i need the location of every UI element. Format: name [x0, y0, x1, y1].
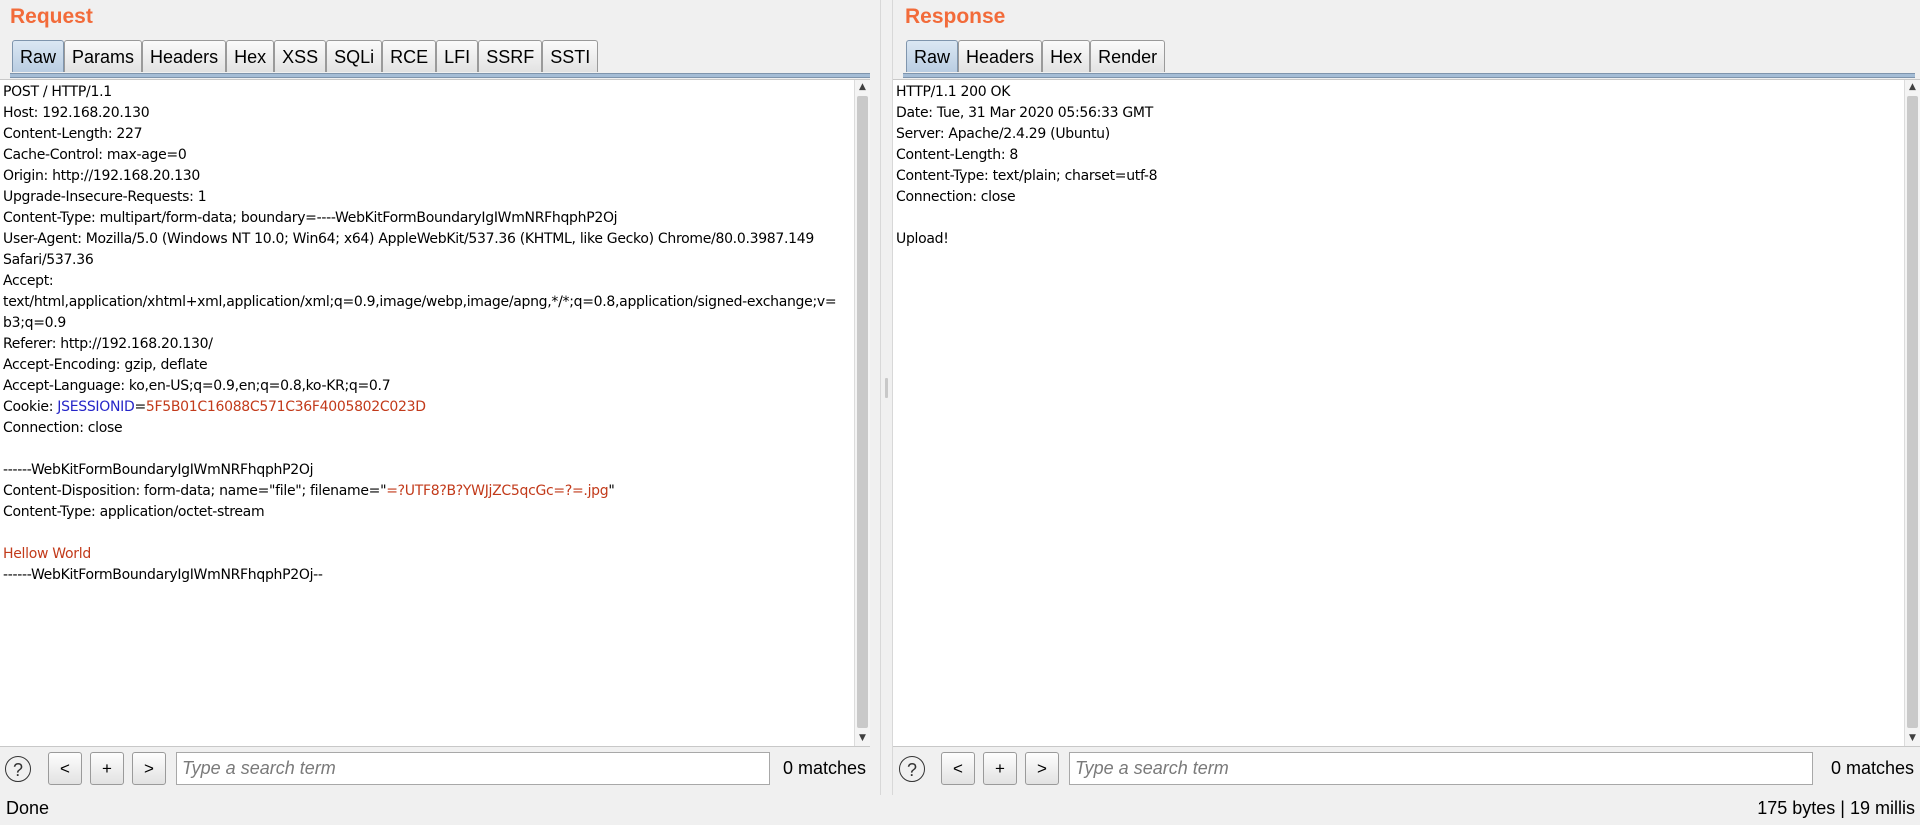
tab-hex[interactable]: Hex [1042, 40, 1091, 72]
tab-sqli[interactable]: SQLi [326, 40, 383, 72]
response-title: Response [905, 5, 1006, 28]
tab-hex[interactable]: Hex [226, 40, 275, 72]
text-segment: Content-Disposition: form-data; name="fi… [3, 483, 387, 499]
text-line: ------WebKitFormBoundaryIgIWmNRFhqphP2Oj… [3, 567, 323, 583]
highlighted-value: =?UTF8?B?YWJjZC5qcGc=?=.jpg [386, 483, 609, 499]
add-button[interactable]: + [90, 752, 124, 785]
text-line: Connection: close [3, 420, 123, 436]
tab-headers[interactable]: Headers [142, 40, 227, 72]
request-tabs: Raw Params Headers Hex XSS SQLi RCE LFI SSRF SSTI [12, 40, 599, 74]
response-stats: 175 bytes | 19 millis [1757, 798, 1915, 818]
pane-splitter[interactable] [880, 0, 893, 795]
status-bar: Done 175 bytes | 19 millis [0, 795, 1920, 825]
text-line [896, 208, 1157, 229]
text-segment: Cookie: [3, 399, 58, 415]
text-segment: " [608, 483, 615, 499]
request-raw-text[interactable]: POST / HTTP/1.1 Host: 192.168.20.130 Conte… [3, 82, 837, 586]
highlighted-value: 5F5B01C16088C571C36F4005802C023D [145, 399, 426, 415]
response-search-bar: ? < + > Type a search term 0 matches [893, 752, 1920, 790]
add-button[interactable]: + [983, 752, 1017, 785]
response-raw-text[interactable]: HTTP/1.1 200 OK Date: Tue, 31 Mar 2020 05… [896, 82, 1158, 250]
request-tab-underline [10, 73, 870, 78]
tab-raw[interactable]: Raw [12, 40, 65, 72]
text-line: Cache-Control: max-age=0 [3, 147, 187, 163]
request-editor[interactable]: POST / HTTP/1.1 Host: 192.168.20.130 Conte… [0, 79, 870, 747]
text-line: Upgrade-Insecure-Requests: 1 [3, 189, 207, 205]
text-line: Cookie: JSESSIONID=5F5B01C16088C571C36F4… [3, 397, 836, 418]
tab-raw[interactable]: Raw [906, 40, 959, 72]
tab-rce[interactable]: RCE [382, 40, 437, 72]
scroll-up-icon[interactable]: ▲ [1905, 80, 1920, 95]
response-editor[interactable]: HTTP/1.1 200 OK Date: Tue, 31 Mar 2020 05… [893, 79, 1920, 747]
tab-params[interactable]: Params [64, 40, 143, 72]
text-line: b3;q=0.9 [3, 315, 66, 331]
splitter-grip[interactable] [885, 378, 888, 398]
text-line: Content-Type: application/octet-stream [3, 504, 265, 520]
prev-match-button[interactable]: < [941, 752, 975, 785]
response-pane: Response Raw Headers Hex Render HTTP/1.1 20… [893, 0, 1920, 795]
text-line: Referer: http://192.168.20.130/ [3, 336, 213, 352]
next-match-button[interactable]: > [1025, 752, 1059, 785]
request-search-input[interactable]: Type a search term [176, 752, 770, 785]
response-search-input[interactable]: Type a search term [1069, 752, 1813, 785]
tab-headers[interactable]: Headers [958, 40, 1043, 72]
help-icon[interactable]: ? [5, 756, 31, 782]
request-match-count: 0 matches [783, 758, 867, 778]
prev-match-button[interactable]: < [48, 752, 82, 785]
text-line: Content-Disposition: form-data; name="fi… [3, 481, 836, 502]
text-line: text/html,application/xhtml+xml,applicat… [3, 294, 837, 310]
scroll-up-icon[interactable]: ▲ [855, 80, 870, 95]
text-line: Content-Length: 227 [3, 126, 143, 142]
scroll-thumb[interactable] [1907, 96, 1918, 728]
request-search-bar: ? < + > Type a search term 0 matches [0, 752, 880, 790]
tab-ssrf[interactable]: SSRF [478, 40, 543, 72]
request-title: Request [10, 5, 93, 28]
cookie-name: JSESSIONID [57, 399, 135, 415]
text-segment: = [134, 399, 146, 415]
text-line: Host: 192.168.20.130 [3, 105, 150, 121]
text-line: Content-Type: multipart/form-data; bound… [3, 210, 618, 226]
text-line: Server: Apache/2.4.29 (Ubuntu) [896, 126, 1110, 142]
text-line: Date: Tue, 31 Mar 2020 05:56:33 GMT [896, 105, 1153, 121]
response-match-count: 0 matches [1831, 758, 1915, 778]
text-line: ------WebKitFormBoundaryIgIWmNRFhqphP2Oj [3, 462, 314, 478]
response-scrollbar[interactable]: ▲ ▼ [1904, 80, 1920, 746]
text-line: Content-Length: 8 [896, 147, 1018, 163]
scroll-thumb[interactable] [857, 96, 868, 728]
text-line: Accept-Encoding: gzip, deflate [3, 357, 208, 373]
response-tab-underline [903, 73, 1915, 78]
text-line: Upload! [896, 231, 949, 247]
tab-render[interactable]: Render [1090, 40, 1166, 72]
text-line: User-Agent: Mozilla/5.0 (Windows NT 10.0… [3, 231, 814, 247]
text-line: HTTP/1.1 200 OK [896, 84, 1011, 100]
text-line: Origin: http://192.168.20.130 [3, 168, 201, 184]
text-line [3, 439, 836, 460]
text-line [3, 523, 836, 544]
text-line: Content-Type: text/plain; charset=utf-8 [896, 168, 1158, 184]
text-line: POST / HTTP/1.1 [3, 84, 112, 100]
request-scrollbar[interactable]: ▲ ▼ [854, 80, 870, 746]
text-line: Safari/537.36 [3, 252, 94, 268]
text-line: Hellow World [3, 546, 91, 562]
text-line: Accept-Language: ko,en-US;q=0.9,en;q=0.8… [3, 378, 391, 394]
request-pane: Request Raw Params Headers Hex XSS SQLi RCE LFI… [0, 0, 880, 795]
scroll-down-icon[interactable]: ▼ [855, 731, 870, 746]
help-icon[interactable]: ? [899, 756, 925, 782]
text-line: Accept: [3, 273, 54, 289]
tab-lfi[interactable]: LFI [436, 40, 479, 72]
text-line: Connection: close [896, 189, 1016, 205]
next-match-button[interactable]: > [132, 752, 166, 785]
status-text: Done [6, 798, 50, 818]
tab-xss[interactable]: XSS [274, 40, 327, 72]
scroll-down-icon[interactable]: ▼ [1905, 731, 1920, 746]
tab-ssti[interactable]: SSTI [542, 40, 599, 72]
response-tabs: Raw Headers Hex Render [906, 40, 1166, 74]
